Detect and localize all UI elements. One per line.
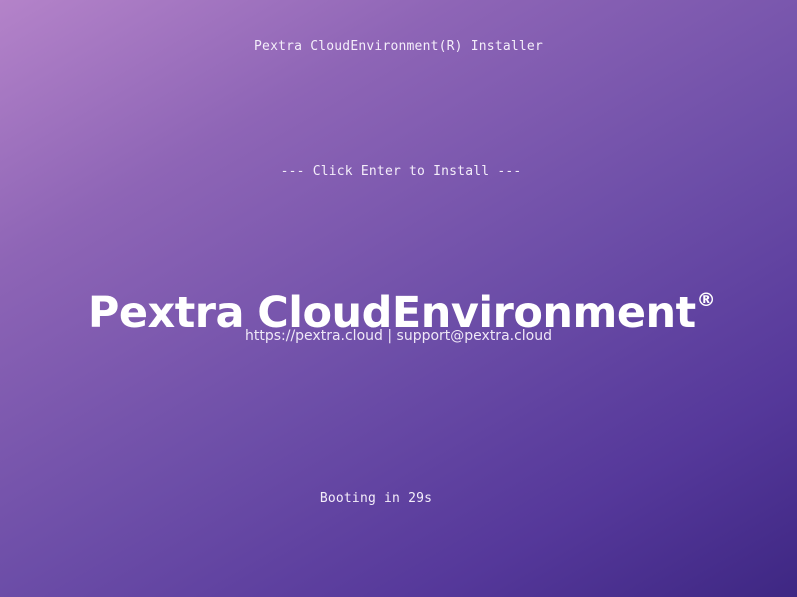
install-prompt[interactable]: --- Click Enter to Install --- bbox=[0, 164, 797, 179]
logo-contact-line: https://pextra.cloud | support@pextra.cl… bbox=[0, 328, 797, 344]
boot-countdown: Booting in 29s bbox=[319, 491, 433, 506]
registered-mark: ® bbox=[696, 289, 716, 311]
contact-separator: | bbox=[387, 328, 393, 344]
support-email-text: support@pextra.cloud bbox=[396, 328, 553, 344]
installer-title: Pextra CloudEnvironment(R) Installer bbox=[254, 39, 543, 54]
website-text: https://pextra.cloud bbox=[244, 328, 383, 344]
